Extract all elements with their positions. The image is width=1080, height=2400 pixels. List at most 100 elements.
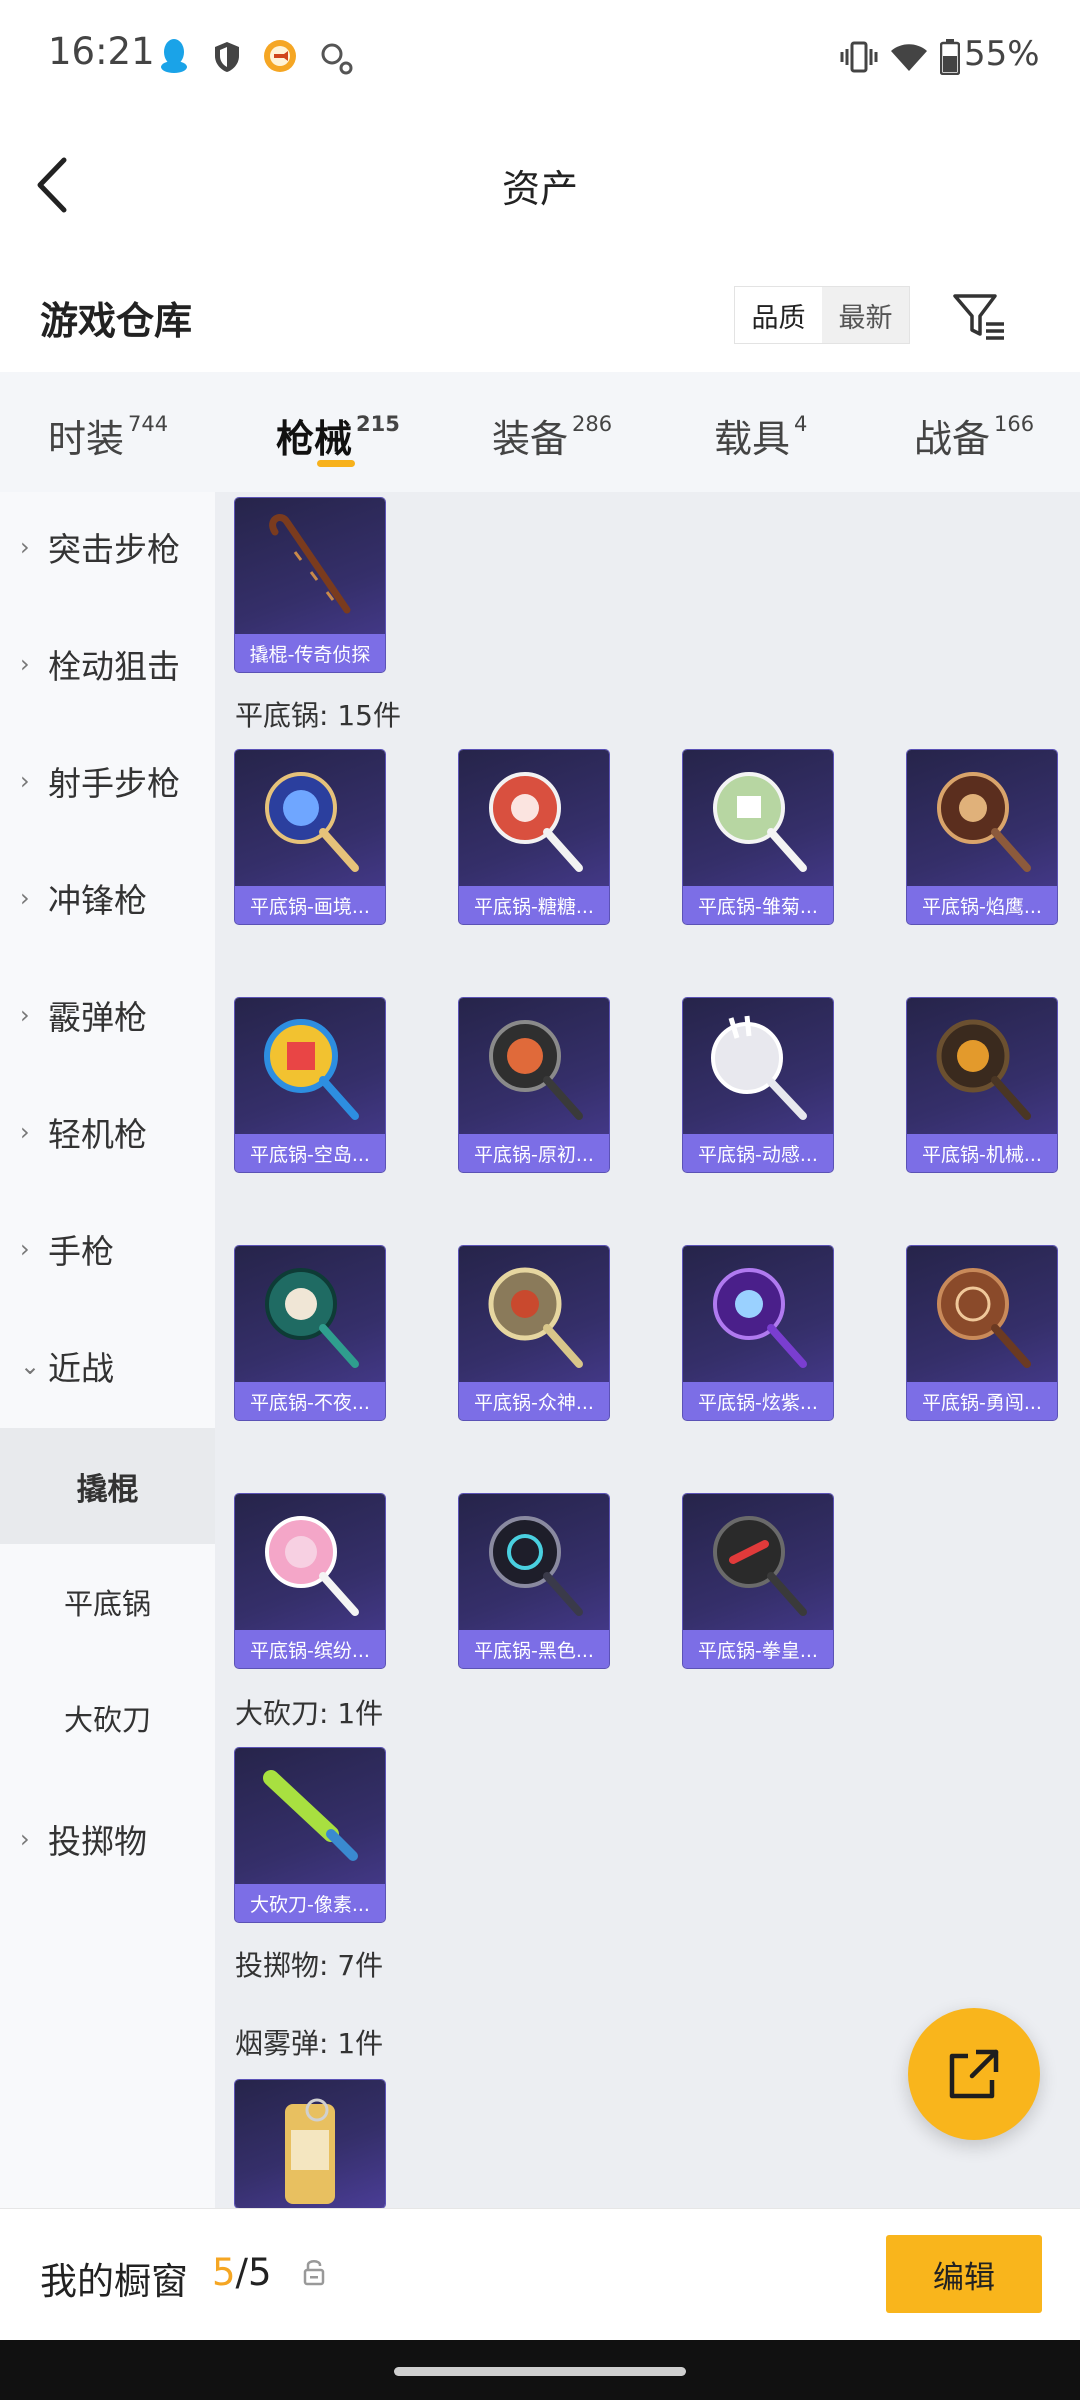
edit-button[interactable]: 编辑 [886,2235,1042,2313]
item-card[interactable]: 平底锅-缤纷... [235,1494,385,1668]
showcase-separator: / [235,2251,249,2294]
sidebar-item-label: 霰弹枪 [48,998,147,1037]
pan-art [265,1268,359,1368]
battery-percent: 55% [964,34,1040,74]
chevron-right-icon: › [20,767,30,795]
item-card[interactable]: 平底锅-糖糖... [459,750,609,924]
item-card[interactable]: 平底锅-原初... [459,998,609,1172]
sort-toggle: 品质 最新 [734,286,910,344]
chevron-right-icon: › [20,1118,30,1146]
item-card[interactable]: 平底锅-机械... [907,998,1057,1172]
item-card[interactable]: 平底锅-勇闯... [907,1246,1057,1420]
pan-art [937,772,1031,872]
item-grid: 撬棍-传奇侦探 平底锅: 15件 平底锅-画境... 平底锅-糖糖... 平底锅… [215,492,1080,2208]
lock-icon [302,2257,326,2287]
item-card[interactable]: 平底锅-画境... [235,750,385,924]
sort-newest-option[interactable]: 最新 [822,287,909,343]
item-card[interactable] [235,2080,385,2208]
sidebar-item-throwables[interactable]: › 投掷物 [0,1784,215,1894]
item-name: 平底锅-炫紫... [683,1382,833,1420]
tab-count: 286 [572,412,613,436]
item-name: 平底锅-画境... [235,886,385,924]
sidebar-item-marksman-rifle[interactable]: › 射手步枪 [0,726,215,836]
item-card[interactable]: 平底锅-焰鹰... [907,750,1057,924]
pan-art [488,1267,583,1368]
wifi-icon [890,40,928,74]
item-name: 撬棍-传奇侦探 [235,634,385,672]
sidebar-item-label: 栓动狙击 [48,647,180,686]
item-card[interactable]: 平底锅-雏菊... [683,750,833,924]
smoke-grenade-art [285,2098,335,2204]
chevron-right-icon: › [20,533,30,561]
sidebar-sub-machete[interactable]: 大砍刀 [0,1660,215,1776]
sort-quality-option[interactable]: 品质 [735,287,822,343]
share-button[interactable] [908,2008,1040,2140]
home-gesture-bar[interactable] [394,2367,686,2376]
chevron-right-icon: › [20,1825,30,1853]
showcase-total: 5 [248,2251,272,2294]
item-card[interactable]: 平底锅-不夜... [235,1246,385,1420]
chevron-right-icon: › [20,884,30,912]
tab-label: 时装 [48,417,125,461]
search-status-icon [318,40,354,76]
item-name: 平底锅-勇闯... [907,1382,1057,1420]
tab-label: 枪械 [276,417,353,461]
item-card[interactable]: 平底锅-拳皇... [683,1494,833,1668]
page-title: 资产 [501,167,578,211]
pan-art [264,1019,359,1120]
item-name: 平底锅-原初... [459,1134,609,1172]
tab-count: 4 [794,412,808,436]
tab-equipment[interactable]: 装备 286 [492,408,612,463]
filter-button[interactable] [950,286,1010,346]
status-bar: 16:21 55% [0,0,1080,110]
group-label-smoke: 烟雾弹: 1件 [235,2027,384,2060]
tab-label: 装备 [492,417,569,461]
status-time: 16:21 [48,30,155,73]
tab-label: 载具 [714,417,791,461]
item-name: 平底锅-黑色... [459,1630,609,1668]
pan-art [489,772,583,872]
machete-art [263,1770,358,1861]
sidebar-item-smg[interactable]: › 冲锋枪 [0,843,215,953]
sidebar: › 突击步枪 › 栓动狙击 › 射手步枪 › 冲锋枪 › 霰弹枪 › 轻机枪 › 手枪 ⌄ 近战… [0,492,215,2208]
pan-art [713,772,807,872]
sidebar-item-label: 投掷物 [48,1822,147,1861]
pan-art [489,1516,583,1616]
sidebar-item-bolt-sniper[interactable]: › 栓动狙击 [0,609,215,719]
item-name: 平底锅-雏菊... [683,886,833,924]
sidebar-item-assault-rifle[interactable]: › 突击步枪 [0,492,215,602]
sidebar-item-label: 手枪 [48,1232,114,1271]
item-card[interactable]: 撬棍-传奇侦探 [235,498,385,672]
sidebar-sub-crowbar[interactable]: 撬棍 [0,1428,215,1544]
sidebar-item-label: 冲锋枪 [48,881,147,920]
item-card[interactable]: 平底锅-众神... [459,1246,609,1420]
showcase-bar: 我的橱窗 5/5 编辑 [0,2208,1080,2341]
item-name: 平底锅-动感... [683,1134,833,1172]
sidebar-item-lmg[interactable]: › 轻机枪 [0,1077,215,1187]
item-card[interactable]: 平底锅-黑色... [459,1494,609,1668]
sidebar-item-pistol[interactable]: › 手枪 [0,1194,215,1304]
sidebar-item-label: 射手步枪 [48,764,180,803]
sidebar-item-melee[interactable]: ⌄ 近战 [0,1311,215,1421]
tab-vehicles[interactable]: 载具 4 [714,408,807,463]
item-name: 平底锅-拳皇... [683,1630,833,1668]
pan-art [713,1516,807,1616]
showcase-label: 我的橱窗 [40,2260,188,2303]
sidebar-item-shotgun[interactable]: › 霰弹枪 [0,960,215,1070]
item-name: 平底锅-不夜... [235,1382,385,1420]
pan-art [265,1516,359,1616]
tab-battle-gear[interactable]: 战备 166 [914,408,1034,463]
tab-weapons[interactable]: 枪械 215 [276,408,400,463]
battery-icon [940,38,960,76]
item-card[interactable]: 平底锅-炫紫... [683,1246,833,1420]
item-card[interactable]: 平底锅-空岛... [235,998,385,1172]
item-card[interactable]: 平底锅-动感... [683,998,833,1172]
tab-count: 215 [356,412,400,436]
vibrate-icon [840,40,878,74]
sidebar-sub-pan[interactable]: 平底锅 [0,1544,215,1660]
item-card[interactable]: 大砍刀-像素... [235,1748,385,1922]
tab-fashion[interactable]: 时装 744 [48,408,168,463]
sidebar-item-label: 轻机枪 [48,1115,147,1154]
sidebar-item-label: 近战 [48,1349,114,1388]
tab-label: 战备 [914,417,991,461]
